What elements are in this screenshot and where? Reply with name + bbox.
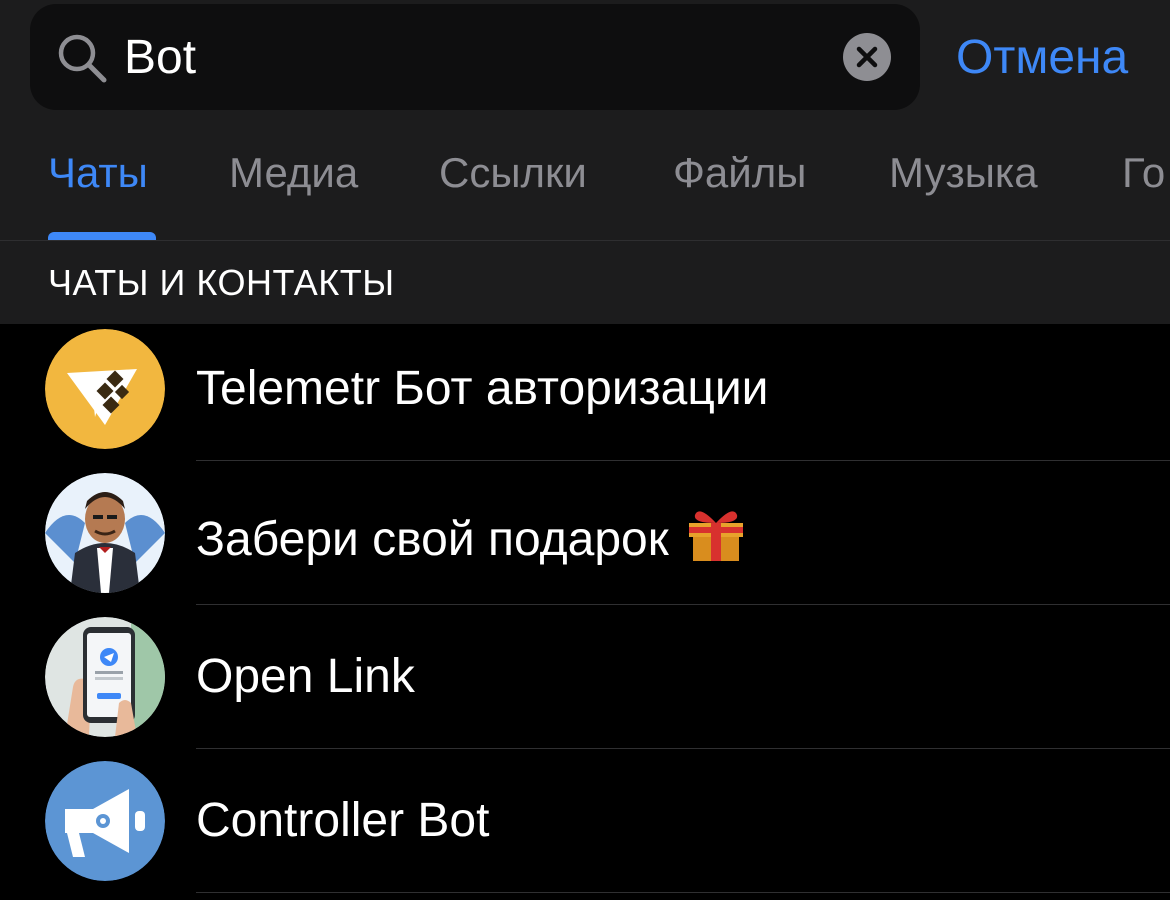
chat-title: Telemetr Бот авторизации: [196, 362, 769, 415]
telemetr-logo-avatar: [45, 329, 165, 449]
search-results-list: Telemetr Бот авторизации Забери свой под…: [0, 324, 1170, 899]
list-item[interactable]: Telemetr Бот авторизации: [0, 324, 1170, 468]
tab-links[interactable]: Ссылки: [439, 148, 587, 198]
tab-voice[interactable]: Го: [1122, 148, 1165, 198]
chat-title-text: Забери свой подарок: [196, 513, 669, 566]
gift-icon: [688, 511, 743, 561]
tab-chats[interactable]: Чаты: [48, 148, 148, 198]
tab-files[interactable]: Файлы: [673, 148, 806, 198]
chat-title: Open Link: [196, 650, 415, 703]
chat-title: Забери свой подарок: [196, 503, 747, 566]
hand-holding-phone-avatar: [45, 617, 165, 737]
list-item[interactable]: Забери свой подарок: [0, 468, 1170, 612]
row-divider: [196, 892, 1170, 893]
list-item[interactable]: Controller Bot: [0, 756, 1170, 900]
cartoon-man-avatar: [45, 473, 165, 593]
list-item[interactable]: Open Link: [0, 612, 1170, 756]
tab-music[interactable]: Музыка: [889, 148, 1038, 198]
chat-title: Controller Bot: [196, 794, 490, 847]
close-icon: [856, 46, 878, 68]
cancel-button[interactable]: Отмена: [956, 28, 1128, 88]
search-filter-tabs: Чаты Медиа Ссылки Файлы Музыка Го: [0, 140, 1170, 240]
row-divider: [196, 604, 1170, 605]
row-divider: [196, 460, 1170, 461]
search-icon: [58, 34, 107, 83]
search-header: Bot Отмена Чаты Медиа Ссылки Файлы Музык…: [0, 0, 1170, 240]
clear-search-button[interactable]: [843, 33, 891, 81]
megaphone-avatar: [45, 761, 165, 881]
tab-media[interactable]: Медиа: [229, 148, 358, 198]
row-divider: [196, 748, 1170, 749]
search-query[interactable]: Bot: [124, 28, 196, 88]
active-tab-indicator: [48, 232, 156, 240]
section-header: ЧАТЫ И КОНТАКТЫ: [0, 240, 1170, 324]
section-title: ЧАТЫ И КОНТАКТЫ: [48, 262, 395, 303]
